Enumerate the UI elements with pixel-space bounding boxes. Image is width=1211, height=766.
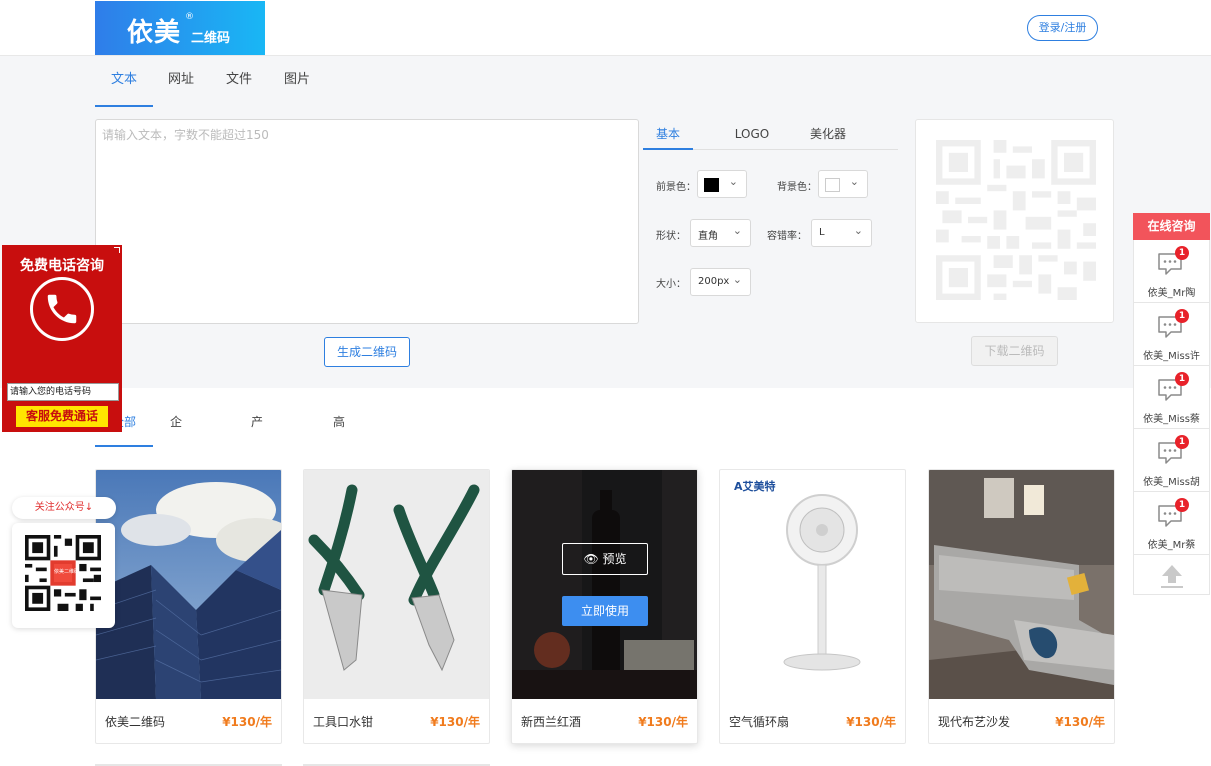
agent-name: 依美_Mr蔡 <box>1147 540 1196 551</box>
template-hover-overlay: 👁 预览 立即使用 <box>512 470 697 699</box>
free-call-button[interactable]: 客服免费通话 <box>16 406 108 427</box>
login-register-button[interactable]: 登录/注册 <box>1027 15 1098 41</box>
template-thumbnail-pliers <box>304 470 489 699</box>
qr-placeholder-icon <box>936 140 1096 300</box>
tab-logo[interactable]: LOGO <box>727 120 777 150</box>
qr-preview-panel <box>915 119 1114 323</box>
chevron-down-icon: ⌄ <box>732 224 742 237</box>
tolerance-label: 容错率： <box>767 231 807 242</box>
template-price: ¥130/年 <box>430 715 480 729</box>
template-card[interactable]: 👁 预览 立即使用 新西兰红酒 ¥130/年 <box>511 469 698 744</box>
foreground-swatch <box>704 178 719 192</box>
template-price: ¥130/年 <box>1055 715 1105 729</box>
online-consult-sidebar: 在线咨询 1 依美_Mr陶 1 依美_Miss许 1 依美_Miss蔡 1 依美… <box>1133 213 1210 595</box>
background-color-label: 背景色： <box>777 182 817 193</box>
arrow-up-icon <box>1161 565 1183 588</box>
settings-tabs: 基本 LOGO 美化器 <box>643 120 898 150</box>
unread-badge: 1 <box>1175 372 1189 386</box>
unread-badge: 1 <box>1175 435 1189 449</box>
phone-widget-title: 免费电话咨询 <box>20 258 104 274</box>
tab-file[interactable]: 文件 <box>219 60 259 107</box>
agent-name: 依美_Mr陶 <box>1147 288 1196 299</box>
tolerance-select[interactable]: L ⌄ <box>811 219 872 247</box>
template-name: 现代布艺沙发 <box>938 715 1011 729</box>
fan-brand-name: 艾美特 <box>742 480 776 493</box>
tolerance-value: L <box>819 227 825 238</box>
template-section: 全部 企业介绍 产品展示 高级定制 <box>0 388 1211 766</box>
template-card[interactable]: 依美二维码 ¥130/年 <box>95 469 282 744</box>
tab-category-products[interactable]: 产品展示 <box>251 388 263 633</box>
qr-center-logo-text: 依美二维码 <box>54 569 80 575</box>
chevron-down-icon: ⌄ <box>728 175 738 188</box>
phone-icon <box>30 277 94 341</box>
template-price: ¥130/年 <box>638 715 688 729</box>
tab-category-company[interactable]: 企业介绍 <box>170 388 182 633</box>
template-name: 空气循环扇 <box>729 715 790 729</box>
template-name: 依美二维码 <box>105 715 166 729</box>
tab-category-custom[interactable]: 高级定制 <box>333 388 345 633</box>
consult-agent[interactable]: 1 依美_Miss胡 <box>1133 429 1210 492</box>
template-card[interactable]: 工具口水钳 ¥130/年 <box>303 469 490 744</box>
back-to-top-button[interactable] <box>1133 555 1210 595</box>
unread-badge: 1 <box>1175 246 1189 260</box>
chevron-down-icon: ⌄ <box>849 175 859 188</box>
preview-button[interactable]: 👁 预览 <box>562 543 648 575</box>
shape-select[interactable]: 直角 ⌄ <box>690 219 751 247</box>
tab-image[interactable]: 图片 <box>277 60 317 107</box>
tab-beautifier[interactable]: 美化器 <box>803 120 853 150</box>
fan-brand: A艾美特 <box>734 478 776 494</box>
consult-agent[interactable]: 1 依美_Mr蔡 <box>1133 492 1210 555</box>
expand-corner-icon[interactable] <box>114 247 120 253</box>
template-thumbnail-buildings <box>96 470 281 699</box>
download-qr-button[interactable]: 下载二维码 <box>971 336 1058 366</box>
background-swatch <box>825 178 840 192</box>
template-card[interactable]: 现代布艺沙发 ¥130/年 <box>928 469 1115 744</box>
site-header: 依美 ® 二维码 登录/注册 <box>0 0 1211 56</box>
chevron-down-icon: ⌄ <box>853 224 863 237</box>
size-label: 大小： <box>656 279 686 290</box>
consult-agent[interactable]: 1 依美_Miss蔡 <box>1133 366 1210 429</box>
agent-name: 依美_Miss蔡 <box>1143 414 1200 425</box>
eye-icon: 👁 <box>583 552 599 566</box>
agent-name: 依美_Miss胡 <box>1143 477 1200 488</box>
template-thumbnail-fan: A艾美特 <box>720 470 905 699</box>
follow-official-account-label: 关注公众号↓ <box>12 497 116 519</box>
shape-label: 形状： <box>656 231 686 242</box>
unread-badge: 1 <box>1175 498 1189 512</box>
generate-qr-button[interactable]: 生成二维码 <box>324 337 410 367</box>
tab-text[interactable]: 文本 <box>95 60 153 107</box>
size-value: 200px <box>698 276 730 287</box>
online-consult-title: 在线咨询 <box>1133 213 1210 240</box>
shape-value: 直角 <box>698 231 718 242</box>
foreground-color-picker[interactable]: ⌄ <box>697 170 747 198</box>
use-now-button[interactable]: 立即使用 <box>562 596 648 626</box>
consult-agent[interactable]: 1 依美_Mr陶 <box>1133 240 1210 303</box>
chevron-down-icon: ⌄ <box>732 273 742 286</box>
template-card[interactable]: A艾美特 空气循环扇 ¥130/年 <box>719 469 906 744</box>
wechat-qr-code: 依美二维码 <box>12 523 115 628</box>
size-select[interactable]: 200px ⌄ <box>690 268 751 296</box>
tab-basic[interactable]: 基本 <box>643 120 693 150</box>
qr-text-input[interactable] <box>95 119 639 324</box>
background-color-picker[interactable]: ⌄ <box>818 170 868 198</box>
consult-agent[interactable]: 1 依美_Miss许 <box>1133 303 1210 366</box>
template-name: 工具口水钳 <box>313 715 374 729</box>
logo-brand-text: 依美 <box>127 18 182 48</box>
template-name: 新西兰红酒 <box>521 715 582 729</box>
logo-subtitle: 二维码 <box>191 31 231 46</box>
logo-registered-mark: ® <box>185 12 194 22</box>
unread-badge: 1 <box>1175 309 1189 323</box>
phone-number-input[interactable] <box>7 383 119 401</box>
brand-a-icon: A <box>734 480 743 493</box>
tab-url[interactable]: 网址 <box>161 60 201 107</box>
template-price: ¥130/年 <box>222 715 272 729</box>
preview-label: 预览 <box>602 552 627 566</box>
foreground-color-label: 前景色： <box>656 182 696 193</box>
template-price: ¥130/年 <box>846 715 896 729</box>
free-phone-consult-widget: 免费电话咨询 客服免费通话 <box>2 245 122 432</box>
agent-name: 依美_Miss许 <box>1143 351 1200 362</box>
template-thumbnail-sofa <box>929 470 1114 699</box>
site-logo[interactable]: 依美 ® 二维码 <box>95 1 265 55</box>
